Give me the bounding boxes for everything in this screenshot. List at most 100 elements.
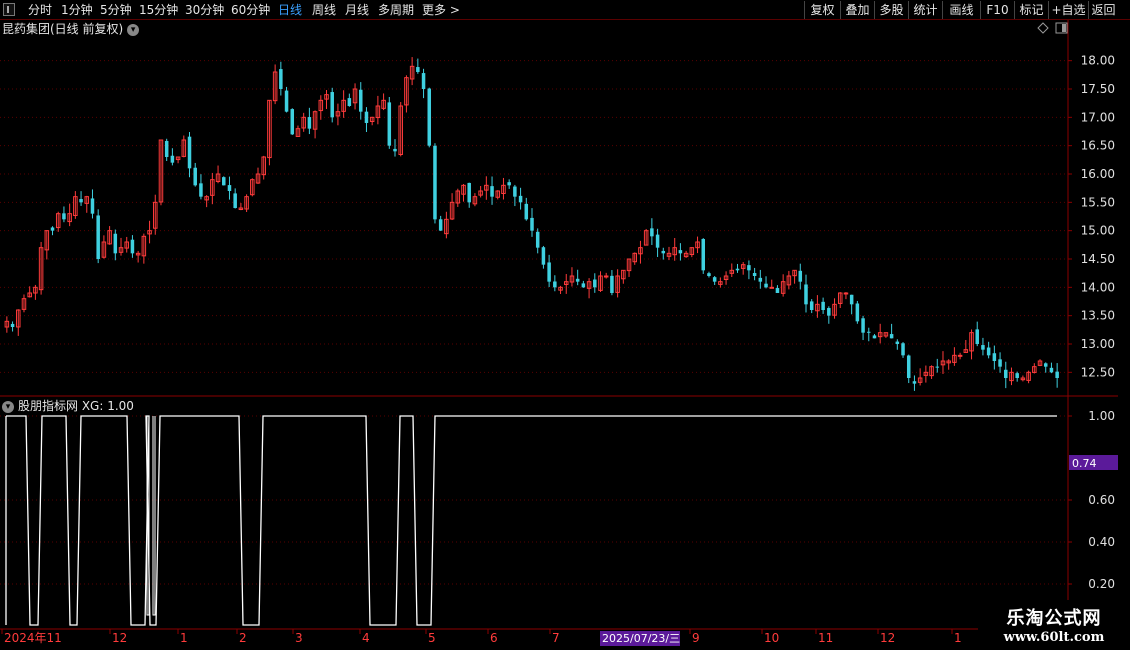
candle-body [158,139,164,203]
candle-body [701,238,705,271]
candle-body [689,247,695,256]
chevron-down-icon[interactable]: ▾ [2,400,14,413]
candle-body [90,198,95,214]
diamond-icon[interactable] [1037,22,1049,36]
period-daily[interactable]: 日线 [278,2,302,18]
candle-body [849,294,854,305]
period-weekly[interactable]: 周线 [312,2,336,18]
candle-body [513,186,517,197]
period-60min[interactable]: 60分钟 [231,2,270,18]
watermark-title: 乐淘公式网 [1006,608,1102,629]
back-button[interactable]: 返回 [1088,1,1118,19]
candle-body [227,185,232,191]
multi-stock-button[interactable]: 多股 [874,1,908,19]
period-more[interactable]: 更多 > [422,2,460,18]
candle-body [404,77,409,106]
candle-body [79,199,83,203]
candle-body [524,203,529,220]
candle-body [821,301,825,310]
candle-body [455,190,461,204]
candle-body [558,286,563,291]
candle-body [530,217,534,231]
signal-spike [146,416,150,616]
period-monthly[interactable]: 月线 [345,2,369,18]
panel-toggle-icon[interactable] [3,3,15,16]
chevron-down-icon[interactable]: ▾ [127,23,140,36]
candle-body [427,88,432,146]
indicator-title-bar: ▾ 股朋指标网 XG: 1.00 [2,398,134,414]
candle-body [295,128,301,137]
period-15min[interactable]: 15分钟 [139,2,178,18]
candle-body [33,286,38,294]
candle-body [375,105,381,119]
candle-body [786,275,792,286]
candle-body [992,353,997,361]
candle-body [740,264,746,269]
candle-body [449,201,455,220]
candle-body [398,105,403,155]
candle-body [758,277,763,282]
fuquan-button[interactable]: 复权 [804,1,840,19]
price-tick-label: 13.00 [1081,337,1115,351]
candle-body [678,250,683,254]
candle-body [569,275,575,283]
indicator-tick-label: 1.00 [1088,409,1115,423]
x-tick-label: 9 [692,631,700,645]
candle-body [535,231,540,248]
candle-body [917,377,923,383]
candle-body [867,331,871,333]
window-toggle-icon[interactable] [1055,22,1068,36]
candle-body [621,269,626,280]
candle-body [735,268,740,271]
period-5min[interactable]: 5分钟 [100,2,132,18]
candle-body [610,275,614,293]
f10-button[interactable]: F10 [980,1,1014,19]
candle-body [632,252,637,263]
period-30min[interactable]: 30分钟 [185,2,224,18]
candle-body [222,177,226,186]
candle-body [666,252,672,257]
candle-body [409,65,415,80]
x-tick-label: 12 [880,631,895,645]
candle-body [444,218,449,235]
signal-spike [152,416,156,616]
x-tick-label: 1 [954,631,962,645]
period-multi[interactable]: 多周期 [378,2,414,18]
candle-body [764,283,768,288]
period-1min[interactable]: 1分钟 [61,2,93,18]
price-tick-label: 14.00 [1081,280,1115,294]
candle-body [284,90,289,112]
candle-body [107,230,112,245]
overlay-button[interactable]: 叠加 [840,1,874,19]
current-value-badge-text: 0.74 [1072,457,1097,470]
candle-body [495,190,501,198]
draw-line-button[interactable]: 画线 [942,1,980,19]
candle-body [1055,371,1059,378]
period-fenshi[interactable]: 分时 [28,2,52,18]
candle-body [969,332,974,352]
candle-body [118,247,124,253]
candle-body [318,99,324,112]
candle-body [615,275,620,293]
candle-body [267,99,272,159]
stats-button[interactable]: 统计 [908,1,942,19]
candle-body [547,262,551,282]
candle-body [210,179,215,196]
candle-body [507,182,511,186]
candle-body [330,92,334,118]
add-watchlist-button[interactable]: +自选 [1048,1,1088,19]
candle-body [946,360,951,364]
candle-body [27,292,32,298]
mark-button[interactable]: 标记 [1014,1,1048,19]
candle-body [472,196,478,205]
candle-body [855,303,860,322]
signal-line [6,415,1057,626]
candle-body [581,283,586,288]
candle-body [312,111,318,130]
candle-body [393,148,397,152]
candle-body [67,213,72,223]
candle-body [1032,366,1037,373]
candle-body [438,219,443,231]
candle-body [661,250,666,254]
candle-body [906,355,911,378]
